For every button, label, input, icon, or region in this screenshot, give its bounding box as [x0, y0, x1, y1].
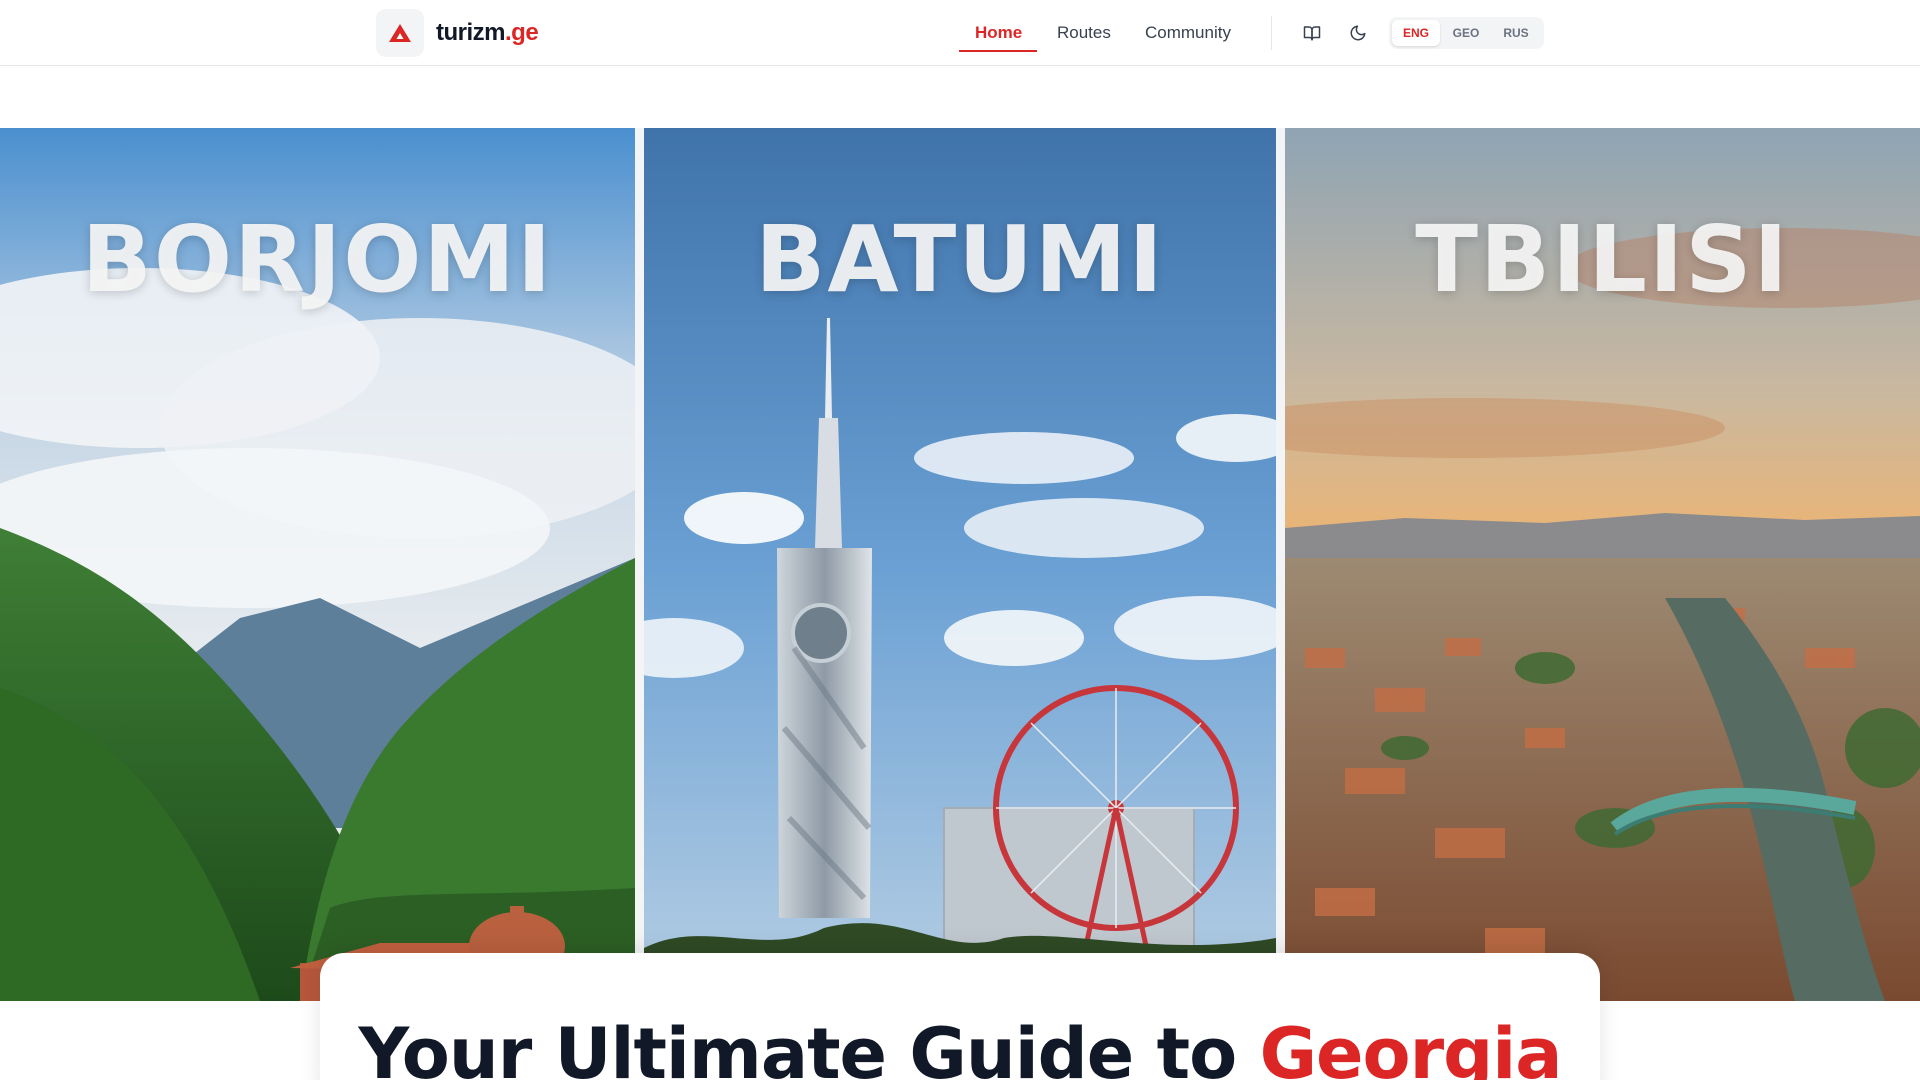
headline-card: Your Ultimate Guide to Georgia [320, 953, 1600, 1080]
moon-icon [1350, 25, 1366, 41]
hero-banner: BORJOMI BATUMI TBILISI [0, 128, 1920, 1001]
brand-wordmark[interactable]: turizm.ge [436, 17, 539, 49]
active-tab-indicator [959, 50, 1037, 52]
panel-divider [1276, 128, 1285, 1001]
headline-prefix: Your Ultimate Guide to [358, 1013, 1260, 1080]
guide-button[interactable] [1296, 17, 1328, 49]
borjomi-title: BORJOMI [81, 206, 554, 313]
nav-link-routes[interactable]: Routes [1057, 19, 1111, 47]
logo-button[interactable] [376, 9, 424, 57]
nav-divider [1271, 16, 1272, 50]
brand-tld: .ge [505, 19, 539, 46]
nav-link-home[interactable]: Home [975, 19, 1022, 47]
brand-name: turizm [436, 19, 506, 46]
headline-highlight: Georgia [1259, 1013, 1563, 1080]
top-navbar: turizm.ge Home Routes Community ENG GEO … [0, 0, 1920, 66]
borjomi-panel[interactable]: BORJOMI [0, 128, 635, 1001]
batumi-panel[interactable]: BATUMI [644, 128, 1276, 1001]
panel-divider [635, 128, 644, 1001]
mountain-logo-icon [389, 24, 411, 42]
page-headline: Your Ultimate Guide to Georgia [320, 1013, 1600, 1080]
language-switcher: ENG GEO RUS [1389, 17, 1544, 49]
lang-geo-button[interactable]: GEO [1442, 20, 1490, 46]
lang-rus-button[interactable]: RUS [1492, 20, 1540, 46]
nav-link-community[interactable]: Community [1145, 19, 1231, 47]
batumi-title: BATUMI [755, 206, 1165, 313]
tbilisi-panel[interactable]: TBILISI [1285, 128, 1920, 1001]
theme-toggle-button[interactable] [1342, 17, 1374, 49]
lang-eng-button[interactable]: ENG [1392, 20, 1440, 46]
tbilisi-title: TBILISI [1415, 206, 1790, 313]
book-icon [1303, 26, 1321, 41]
